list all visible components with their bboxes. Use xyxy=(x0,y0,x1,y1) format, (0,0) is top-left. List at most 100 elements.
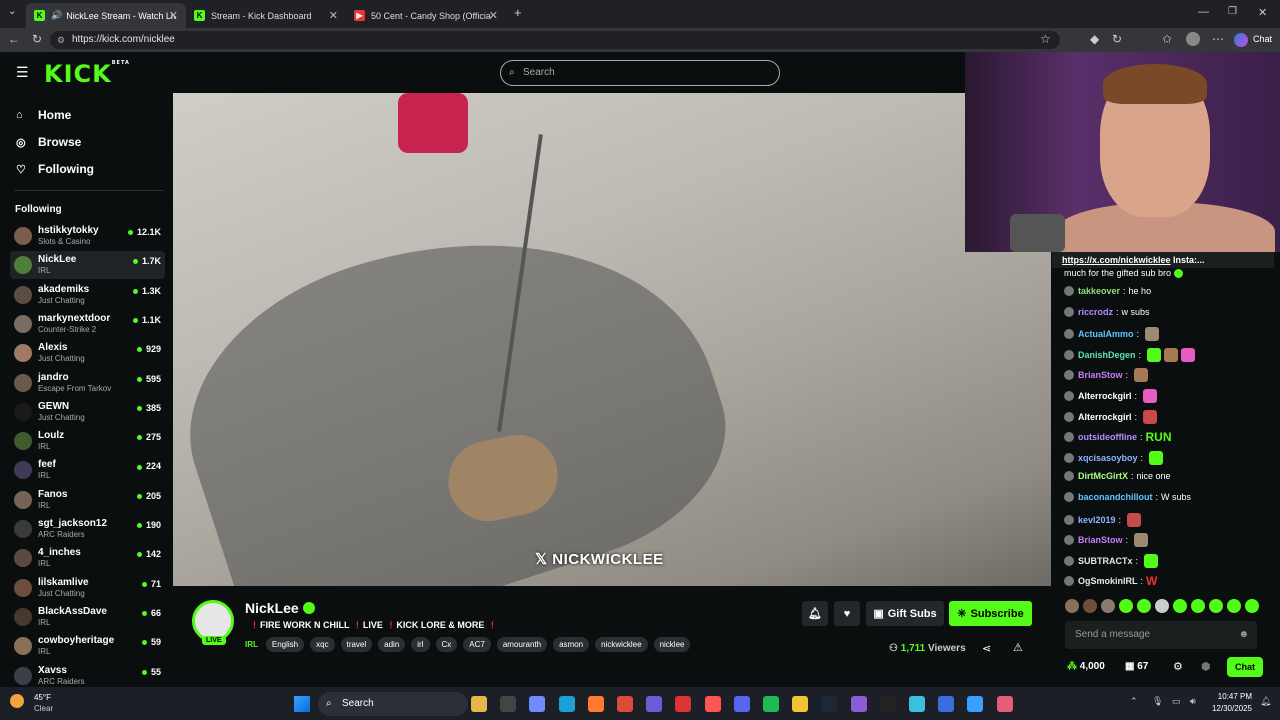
edge-app-icon[interactable] xyxy=(558,696,575,712)
tab-kick-dashboard[interactable]: K Stream - Kick Dashboard ✕ xyxy=(186,3,346,28)
quick-emote-icon[interactable] xyxy=(1245,599,1259,613)
chrome-app-icon[interactable] xyxy=(617,696,633,712)
following-channel-row[interactable]: feef IRL 224 xyxy=(10,456,165,484)
search-input[interactable]: ⌕ Search xyxy=(500,60,780,86)
following-channel-row[interactable]: cowboyheritage IRL 59 xyxy=(10,632,165,660)
tab-youtube[interactable]: ▶ 50 Cent - Candy Shop (Official Mu ✕ xyxy=(346,3,506,28)
quick-emote-icon[interactable] xyxy=(1227,599,1241,613)
discord-app-icon[interactable] xyxy=(733,696,750,712)
close-tab-icon[interactable]: ✕ xyxy=(169,9,178,22)
clock-time[interactable]: 10:47 PM xyxy=(1210,692,1252,701)
following-channel-row[interactable]: Alexis Just Chatting 929 xyxy=(10,339,165,367)
settings-gear-icon[interactable]: ⚙ xyxy=(1173,660,1183,673)
channel-points[interactable]: ⁂ 4,000 xyxy=(1067,661,1105,672)
quick-emote-icon[interactable] xyxy=(1083,599,1097,613)
pinned-link[interactable]: https://x.com/nickwicklee xyxy=(1062,255,1171,265)
new-tab-icon[interactable]: + xyxy=(514,5,522,20)
extension-icon[interactable]: ◆ xyxy=(1090,32,1099,46)
firefox-app-icon[interactable] xyxy=(587,696,604,712)
stream-tag[interactable]: Cx xyxy=(435,637,458,652)
media-app-icon[interactable] xyxy=(675,696,692,712)
following-channel-row[interactable]: hstikkytokky Slots & Casino 12.1K xyxy=(10,222,165,250)
chat-username[interactable]: riccrodz xyxy=(1078,307,1113,317)
tab-nicklee-stream[interactable]: K 🔊 NickLee Stream - Watch Live ✕ xyxy=(26,3,186,28)
chat-username[interactable]: DirtMcGirtX xyxy=(1078,471,1128,481)
chat-username[interactable]: Alterrockgirl xyxy=(1078,391,1132,401)
chat-username[interactable]: BrianStow xyxy=(1078,370,1123,380)
notepad-app-icon[interactable] xyxy=(967,696,984,712)
subscribe-button[interactable]: ✳ Subscribe xyxy=(949,601,1032,626)
stream-tag[interactable]: amouranth xyxy=(496,637,548,652)
profile-avatar[interactable] xyxy=(1186,32,1200,46)
emoji-icon[interactable]: ☻ xyxy=(1238,621,1249,649)
folder-app-icon[interactable] xyxy=(792,696,809,712)
following-channel-row[interactable]: BlackAssDave IRL 66 xyxy=(10,603,165,631)
chat-username[interactable]: Alterrockgirl xyxy=(1078,412,1132,422)
quick-emote-icon[interactable] xyxy=(1137,599,1151,613)
stream-tag[interactable]: xqc xyxy=(310,637,335,652)
following-channel-row[interactable]: sgt_jackson12 ARC Raiders 190 xyxy=(10,515,165,543)
chat-input[interactable]: Send a message ☻ xyxy=(1065,621,1257,649)
kick-logo[interactable]: KICKBETA xyxy=(44,60,130,88)
tray-chevron-icon[interactable]: ⌃ xyxy=(1130,696,1138,707)
app-app-icon[interactable] xyxy=(909,696,925,712)
sidebar-item-browse[interactable]: ◎ Browse xyxy=(16,135,81,149)
notification-bell-button[interactable]: 🔔︎ xyxy=(802,601,828,626)
chat-username[interactable]: kevl2019 xyxy=(1078,515,1116,525)
following-channel-row[interactable]: jandro Escape From Tarkov 595 xyxy=(10,369,165,397)
weather-icon[interactable] xyxy=(10,694,24,708)
following-channel-row[interactable]: NickLee IRL 1.7K xyxy=(10,251,165,280)
gift-counter[interactable]: ▦ 67 xyxy=(1125,661,1148,672)
music-app-icon[interactable] xyxy=(704,696,721,712)
windows-start-icon[interactable] xyxy=(294,696,310,712)
chat-mod-icon[interactable]: ⬢ xyxy=(1201,660,1211,673)
report-warning-icon[interactable]: ⚠ xyxy=(1013,641,1023,654)
spotify-app-icon[interactable] xyxy=(763,696,779,712)
weather-desc[interactable]: Clear xyxy=(34,704,53,713)
streamer-name[interactable]: NickLee xyxy=(245,600,315,616)
file-explorer-dark-app-icon[interactable] xyxy=(500,696,517,712)
quick-emote-icon[interactable] xyxy=(1173,599,1187,613)
back-icon[interactable]: ← xyxy=(8,32,20,46)
close-tab-icon[interactable]: ✕ xyxy=(329,9,338,22)
weather-temp[interactable]: 45°F xyxy=(34,693,51,702)
following-channel-row[interactable]: Loulz IRL 275 xyxy=(10,427,165,455)
chat-username[interactable]: SUBTRACTx xyxy=(1078,556,1133,566)
stream-tag[interactable]: nickwicklee xyxy=(595,637,648,652)
refresh-icon[interactable]: ↻ xyxy=(32,32,42,46)
following-channel-row[interactable]: 4_inches IRL 142 xyxy=(10,544,165,572)
network-icon[interactable]: ▭ xyxy=(1172,696,1181,707)
hamburger-menu-icon[interactable]: ☰ xyxy=(16,64,29,81)
minimize-icon[interactable]: — xyxy=(1198,6,1209,18)
following-channel-row[interactable]: lilskamlive Just Chatting 71 xyxy=(10,574,165,602)
quick-emote-icon[interactable] xyxy=(1209,599,1223,613)
following-channel-row[interactable]: markynextdoor Counter-Strike 2 1.1K xyxy=(10,310,165,338)
close-tab-icon[interactable]: ✕ xyxy=(489,9,498,22)
visual-studio-app-icon[interactable] xyxy=(850,696,867,712)
stream-tag[interactable]: irl xyxy=(411,637,430,652)
stream-tag[interactable]: AC7 xyxy=(463,637,491,652)
mic-icon[interactable]: 🎙︎ xyxy=(1152,696,1163,707)
send-chat-button[interactable]: Chat xyxy=(1227,657,1263,677)
video-player[interactable]: 𝕏 NICKWICKLEE xyxy=(173,93,1051,586)
discord-alt-app-icon[interactable] xyxy=(646,696,663,712)
stream-tag[interactable]: English xyxy=(265,637,305,652)
chat-username[interactable]: xqcisasoyboy xyxy=(1078,453,1138,463)
chat-username[interactable]: outsideoffline xyxy=(1078,432,1137,442)
stream-tag[interactable]: asmon xyxy=(553,637,590,652)
taskbar-search[interactable]: ⌕ Search xyxy=(318,692,468,716)
location-app-icon[interactable] xyxy=(996,696,1013,712)
copilot-app-icon[interactable] xyxy=(529,696,546,712)
copilot-chat-label[interactable]: Chat xyxy=(1253,34,1272,44)
tab-list-chevron-icon[interactable]: ⌄ xyxy=(8,6,16,17)
copilot-icon[interactable] xyxy=(1234,33,1248,47)
quick-emote-icon[interactable] xyxy=(1119,599,1133,613)
widgets-app-icon[interactable] xyxy=(471,696,487,712)
following-channel-row[interactable]: akademiks Just Chatting 1.3K xyxy=(10,281,165,309)
url-field[interactable]: ⚙ https://kick.com/nicklee xyxy=(50,31,1060,49)
quick-emote-icon[interactable] xyxy=(1191,599,1205,613)
sidebar-item-home[interactable]: ⌂ Home xyxy=(16,108,71,122)
favorites-icon[interactable]: ✩ xyxy=(1162,32,1172,46)
fx-app-icon[interactable] xyxy=(938,696,955,712)
obs-app-icon[interactable] xyxy=(879,696,896,712)
